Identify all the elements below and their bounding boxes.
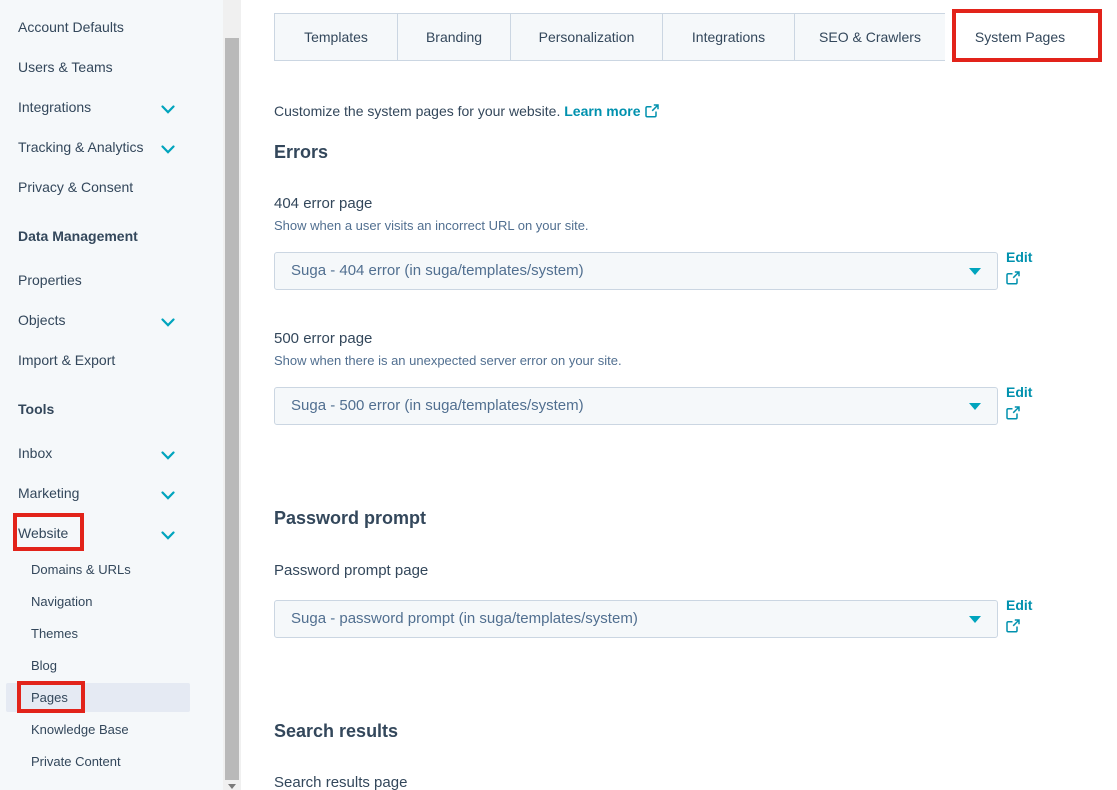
chevron-down-icon: [161, 528, 175, 538]
tab-label: System Pages: [975, 29, 1065, 45]
sidebar-item-label: Navigation: [0, 594, 92, 609]
sidebar-item-blog[interactable]: Blog: [0, 649, 223, 681]
sidebar-item-users-teams[interactable]: Users & Teams: [0, 47, 223, 87]
sidebar-item-label: Knowledge Base: [0, 722, 129, 737]
sidebar-item-label: Import & Export: [0, 352, 115, 368]
chevron-down-icon: [161, 142, 175, 152]
chevron-down-icon: [161, 488, 175, 498]
scrollbar-down-arrow-icon[interactable]: [228, 784, 236, 789]
sidebar-item-tracking-analytics[interactable]: Tracking & Analytics: [0, 127, 223, 167]
sidebar-item-label: Account Defaults: [0, 19, 124, 35]
tab-integrations[interactable]: Integrations: [662, 13, 795, 61]
section-title-password-prompt: Password prompt: [274, 508, 426, 529]
chevron-down-icon: [161, 102, 175, 112]
settings-tab-bar: Templates Branding Personalization Integ…: [274, 13, 1095, 61]
select-value: Suga - 500 error (in suga/templates/syst…: [291, 397, 584, 414]
tab-seo-crawlers[interactable]: SEO & Crawlers: [794, 13, 946, 61]
sidebar-section-label: Data Management: [0, 228, 138, 244]
intro-text: Customize the system pages for your webs…: [274, 103, 659, 121]
sidebar-section-data-management: Data Management: [0, 216, 223, 256]
sidebar-item-label: Domains & URLs: [0, 562, 131, 577]
sidebar-item-inbox[interactable]: Inbox: [0, 433, 223, 473]
template-select-404[interactable]: Suga - 404 error (in suga/templates/syst…: [274, 252, 998, 290]
sidebar-item-properties[interactable]: Properties: [0, 260, 223, 300]
tab-label: SEO & Crawlers: [819, 29, 921, 45]
tab-label: Integrations: [692, 29, 765, 45]
section-title-errors: Errors: [274, 142, 328, 163]
sidebar-item-label: Users & Teams: [0, 59, 113, 75]
sidebar-item-themes[interactable]: Themes: [0, 617, 223, 649]
sidebar-item-privacy-consent[interactable]: Privacy & Consent: [0, 167, 223, 207]
sidebar-section-label: Tools: [0, 401, 54, 417]
sidebar-item-website[interactable]: Website: [0, 513, 223, 553]
sidebar-item-pages[interactable]: Pages: [0, 681, 223, 713]
external-link-icon[interactable]: [1006, 406, 1020, 425]
sidebar-item-label: Integrations: [0, 99, 91, 115]
sidebar-scrollbar[interactable]: [223, 0, 241, 790]
select-value: Suga - 404 error (in suga/templates/syst…: [291, 262, 584, 279]
field-label-500: 500 error page: [274, 330, 372, 347]
select-value: Suga - password prompt (in suga/template…: [291, 610, 638, 627]
field-label-search-results: Search results page: [274, 774, 407, 790]
sidebar-item-label: Tracking & Analytics: [0, 139, 144, 155]
sidebar-item-label: Inbox: [0, 445, 52, 461]
scrollbar-thumb[interactable]: [225, 38, 239, 780]
field-label-404: 404 error page: [274, 195, 372, 212]
external-link-icon[interactable]: [1006, 619, 1020, 638]
chevron-down-icon: [161, 448, 175, 458]
sidebar-item-marketing[interactable]: Marketing: [0, 473, 223, 513]
sidebar-item-label: Marketing: [0, 485, 79, 501]
tab-branding[interactable]: Branding: [397, 13, 511, 61]
sidebar-item-account-defaults[interactable]: Account Defaults: [0, 7, 223, 47]
sidebar-item-label: Pages: [0, 690, 68, 705]
sidebar-item-label: Blog: [0, 658, 57, 673]
edit-link-500[interactable]: Edit: [1006, 384, 1032, 400]
field-help-500: Show when there is an unexpected server …: [274, 353, 622, 368]
sidebar-item-import-export[interactable]: Import & Export: [0, 340, 223, 380]
intro-sentence: Customize the system pages for your webs…: [274, 103, 560, 119]
edit-block-password-prompt: Edit: [1006, 597, 1032, 638]
sidebar-item-label: Private Content: [0, 754, 121, 769]
external-link-icon[interactable]: [1006, 271, 1020, 290]
settings-page: Account Defaults Users & Teams Integrati…: [0, 0, 1117, 790]
sidebar-item-label: Properties: [0, 272, 82, 288]
caret-down-icon: [969, 403, 981, 410]
sidebar-item-domains-urls[interactable]: Domains & URLs: [0, 553, 223, 585]
learn-more-link[interactable]: Learn more: [564, 103, 640, 119]
tab-templates[interactable]: Templates: [274, 13, 398, 61]
sidebar-item-label: Website: [0, 525, 68, 541]
sidebar-item-label: Themes: [0, 626, 78, 641]
edit-link-404[interactable]: Edit: [1006, 249, 1032, 265]
tab-label: Personalization: [539, 29, 635, 45]
chevron-down-icon: [161, 315, 175, 325]
field-help-404: Show when a user visits an incorrect URL…: [274, 218, 589, 233]
sidebar-item-navigation[interactable]: Navigation: [0, 585, 223, 617]
section-title-search-results: Search results: [274, 721, 398, 742]
sidebar-section-tools: Tools: [0, 389, 223, 429]
tab-system-pages[interactable]: System Pages: [945, 13, 1095, 61]
sidebar-item-knowledge-base[interactable]: Knowledge Base: [0, 713, 223, 745]
external-link-icon[interactable]: [645, 105, 659, 121]
sidebar-item-private-content[interactable]: Private Content: [0, 745, 223, 777]
tab-label: Branding: [426, 29, 482, 45]
tab-label: Templates: [304, 29, 368, 45]
sidebar-item-label: Objects: [0, 312, 65, 328]
edit-block-404: Edit: [1006, 249, 1032, 290]
caret-down-icon: [969, 616, 981, 623]
field-label-password-prompt: Password prompt page: [274, 562, 428, 579]
tab-personalization[interactable]: Personalization: [510, 13, 663, 61]
edit-block-500: Edit: [1006, 384, 1032, 425]
settings-sidebar: Account Defaults Users & Teams Integrati…: [0, 0, 223, 790]
template-select-500[interactable]: Suga - 500 error (in suga/templates/syst…: [274, 387, 998, 425]
template-select-password-prompt[interactable]: Suga - password prompt (in suga/template…: [274, 600, 998, 638]
sidebar-item-label: Privacy & Consent: [0, 179, 133, 195]
edit-link-password-prompt[interactable]: Edit: [1006, 597, 1032, 613]
sidebar-item-integrations[interactable]: Integrations: [0, 87, 223, 127]
sidebar-item-objects[interactable]: Objects: [0, 300, 223, 340]
caret-down-icon: [969, 268, 981, 275]
